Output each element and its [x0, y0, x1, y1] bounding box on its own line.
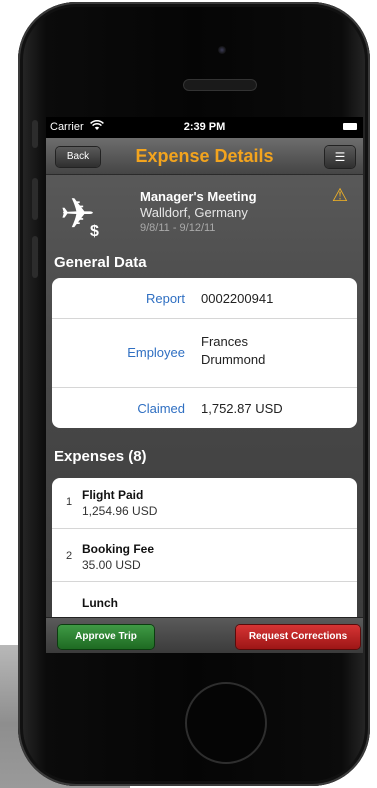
general-data-row: Claimed 1,752.87 USD — [52, 388, 357, 428]
nav-bar: Back Expense Details ☰ — [46, 138, 363, 175]
front-camera — [218, 46, 226, 54]
status-bar: Carrier 2:39 PM — [46, 117, 363, 138]
claimed-label: Claimed — [137, 401, 185, 416]
expense-title: Lunch — [82, 596, 118, 610]
report-label: Report — [145, 291, 185, 306]
menu-button[interactable]: ☰ — [325, 146, 355, 168]
status-time: 2:39 PM — [183, 121, 226, 133]
expenses-heading: Expenses (8) — [54, 448, 147, 465]
expense-title: Booking Fee — [82, 542, 155, 556]
mute-switch — [32, 120, 38, 148]
battery-icon — [343, 123, 357, 130]
general-data-heading: General Data — [54, 254, 147, 271]
approve-trip-button[interactable]: Approve Trip — [58, 625, 154, 649]
trip-name: Manager's Meeting — [140, 189, 257, 204]
expense-amount: 35.00 USD — [82, 558, 141, 572]
menu-icon: ☰ — [334, 150, 346, 164]
trip-dates: 9/8/11 - 9/12/11 — [140, 222, 216, 234]
employee-value-last: Drummond — [201, 352, 266, 367]
claimed-value: 1,752.87 USD — [201, 401, 283, 416]
action-toolbar: Approve Trip Request Corrections — [46, 617, 363, 653]
expense-number: 1 — [66, 496, 73, 508]
report-value: 0002200941 — [201, 291, 274, 306]
phone-screen: Carrier 2:39 PM Back Expense Details ☰ ✈… — [46, 117, 363, 653]
list-item[interactable]: 2 Booking Fee 35.00 USD — [52, 529, 357, 582]
request-corrections-button[interactable]: Request Corrections — [236, 625, 360, 649]
expense-title: Flight Paid — [82, 488, 144, 502]
general-data-row: Employee Frances Drummond — [52, 319, 357, 388]
employee-label: Employee — [127, 345, 185, 360]
trip-header: ✈ $ Manager's Meeting Walldorf, Germany … — [46, 175, 363, 252]
home-button[interactable] — [185, 682, 267, 764]
expense-number: 2 — [66, 550, 73, 562]
dollar-icon: $ — [90, 223, 99, 240]
general-data-card: Report 0002200941 Employee Frances Drumm… — [52, 278, 357, 428]
employee-value-first: Frances — [201, 334, 248, 349]
volume-up-button — [32, 178, 38, 220]
list-item[interactable]: 1 Flight Paid 1,254.96 USD — [52, 478, 357, 529]
warning-icon[interactable]: ⚠ — [332, 185, 348, 206]
page-title: Expense Details — [135, 146, 274, 166]
volume-down-button — [32, 236, 38, 278]
expense-amount: 1,254.96 USD — [82, 504, 158, 518]
earpiece-speaker — [184, 80, 256, 90]
trip-location: Walldorf, Germany — [140, 205, 248, 220]
general-data-row: Report 0002200941 — [52, 278, 357, 319]
